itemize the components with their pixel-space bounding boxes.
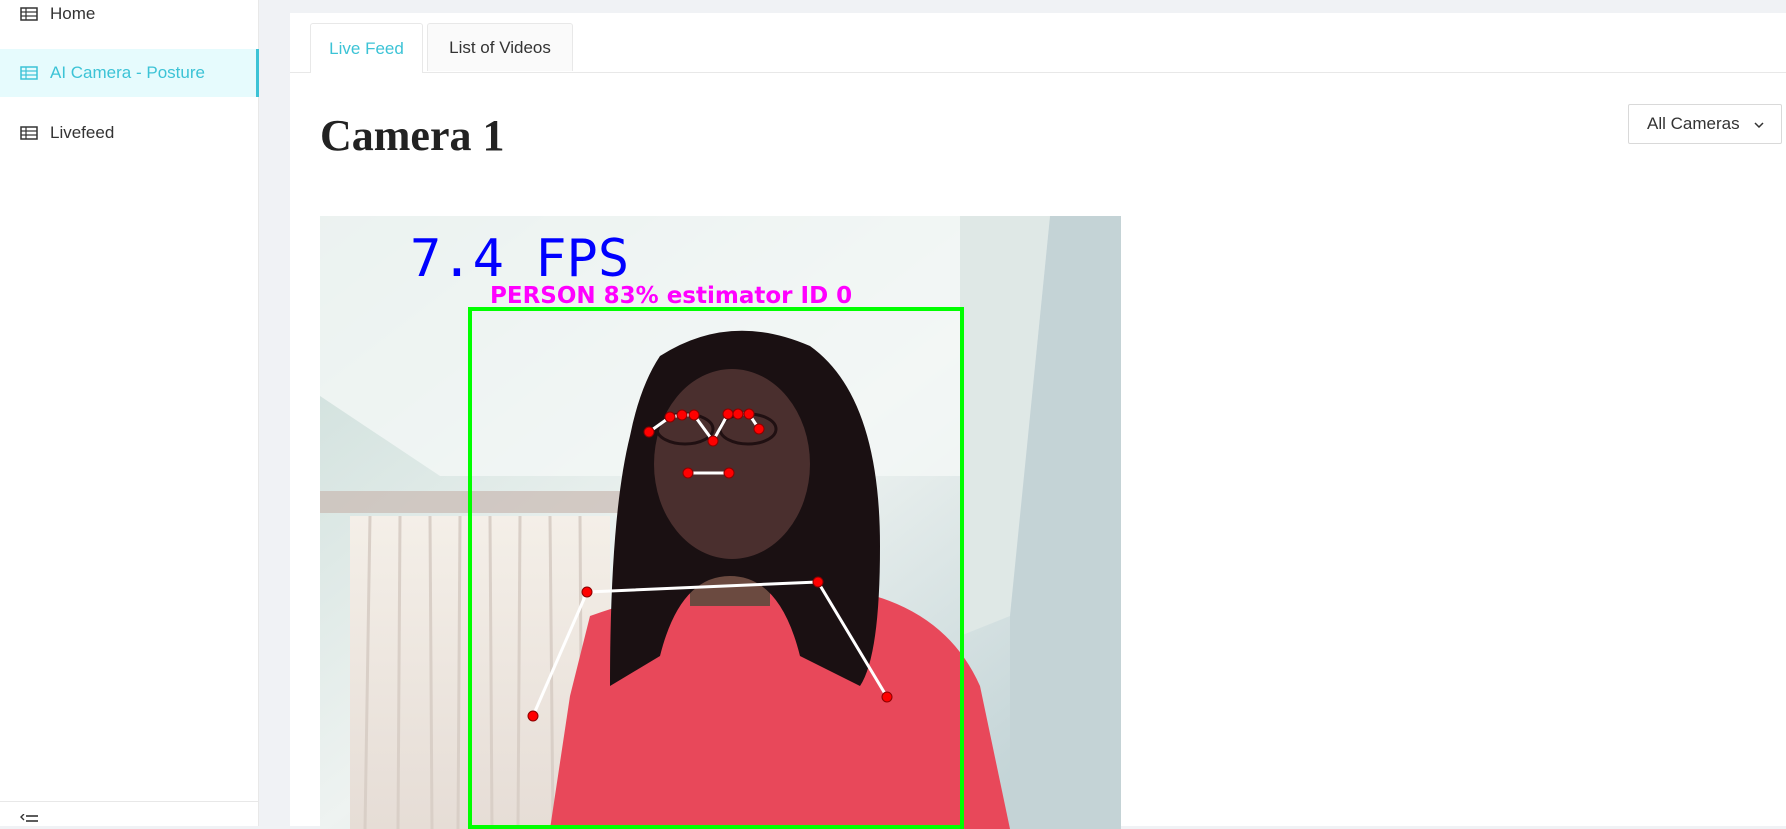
sidebar-item-label: AI Camera - Posture — [50, 63, 205, 82]
keypoint — [707, 435, 719, 447]
fps-overlay: 7.4 FPS — [410, 229, 629, 289]
sidebar-item-ai-camera-posture[interactable]: AI Camera - Posture — [0, 49, 259, 97]
chevron-down-icon — [1754, 122, 1764, 129]
video-frame: 7.4 FPS PERSON 83% estimator ID 0 — [320, 216, 1121, 829]
menu-collapse-icon[interactable] — [20, 814, 38, 826]
keypoint — [643, 426, 655, 438]
keypoint — [581, 586, 593, 598]
sidebar-item-home[interactable]: Home — [0, 0, 259, 38]
keypoint — [753, 423, 765, 435]
keypoint — [688, 409, 700, 421]
table-icon — [20, 7, 38, 21]
table-icon — [20, 66, 38, 80]
table-icon — [20, 126, 38, 140]
sidebar-item-livefeed[interactable]: Livefeed — [0, 109, 259, 157]
keypoint — [682, 467, 694, 479]
sidebar-item-label: Home — [50, 4, 96, 23]
sidebar: Home AI Camera - Posture Livefeed — [0, 0, 259, 826]
keypoint — [881, 691, 893, 703]
keypoint — [664, 411, 676, 423]
tab-list-of-videos[interactable]: List of Videos — [427, 23, 573, 71]
keypoint — [732, 408, 744, 420]
tab-label: List of Videos — [449, 37, 551, 57]
content-card: Live Feed List of Videos Camera 1 All Ca… — [290, 13, 1786, 829]
sidebar-item-label: Livefeed — [50, 123, 115, 142]
detection-label: PERSON 83% estimator ID 0 — [490, 283, 852, 309]
tab-live-feed[interactable]: Live Feed — [310, 23, 423, 73]
camera-select-value: All Cameras — [1647, 114, 1740, 133]
tab-label: Live Feed — [329, 38, 404, 58]
keypoint — [722, 408, 734, 420]
keypoint — [676, 409, 688, 421]
page-title: Camera 1 — [320, 111, 505, 160]
person-face — [654, 369, 810, 559]
sidebar-footer — [0, 801, 259, 826]
camera-select[interactable]: All Cameras — [1628, 104, 1782, 144]
keypoint — [812, 576, 824, 588]
curtain-rail — [320, 491, 640, 513]
tab-bar: Live Feed List of Videos — [290, 13, 1786, 73]
keypoint — [723, 467, 735, 479]
keypoint — [527, 710, 539, 722]
keypoint — [743, 408, 755, 420]
live-feed-video: 7.4 FPS PERSON 83% estimator ID 0 — [320, 216, 1121, 829]
